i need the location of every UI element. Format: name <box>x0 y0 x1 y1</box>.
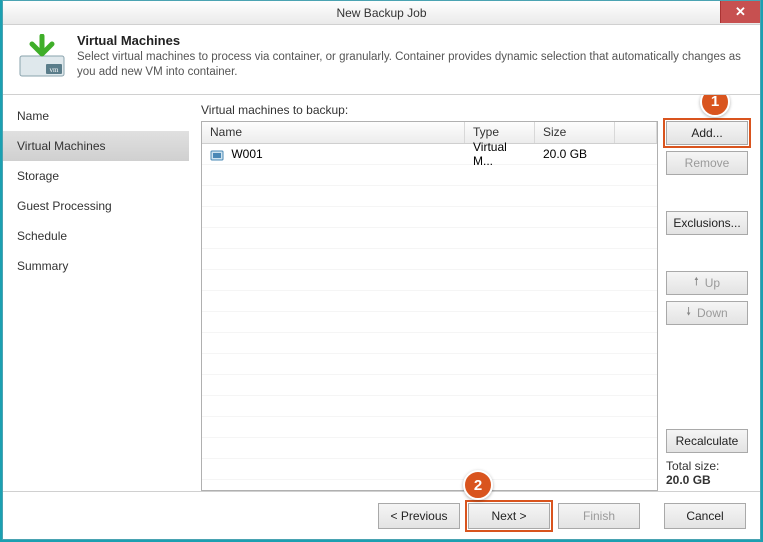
dialog-footer: 2 < Previous Next > Finish Cancel <box>3 491 760 539</box>
add-button[interactable]: Add... <box>666 121 748 145</box>
titlebar: New Backup Job ✕ <box>3 1 760 25</box>
svg-text:vm: vm <box>50 66 60 74</box>
step-schedule[interactable]: Schedule <box>3 221 189 251</box>
main-panel: Virtual machines to backup: Name Type Si… <box>189 95 760 491</box>
col-spacer <box>615 122 657 143</box>
page-title: Virtual Machines <box>77 33 746 48</box>
list-label: Virtual machines to backup: <box>201 103 658 117</box>
window-title: New Backup Job <box>336 6 426 20</box>
vm-icon: vm <box>17 33 67 79</box>
page-header: vm Virtual Machines Select virtual machi… <box>3 25 760 95</box>
total-size: Total size: 20.0 GB <box>666 459 748 491</box>
exclusions-button[interactable]: Exclusions... <box>666 211 748 235</box>
next-button[interactable]: Next > <box>468 503 550 529</box>
page-description: Select virtual machines to process via c… <box>77 50 746 80</box>
table-header: Name Type Size <box>202 122 657 144</box>
remove-button: Remove <box>666 151 748 175</box>
arrow-up-icon: 🠕 <box>694 273 699 292</box>
side-buttons: Add... Remove Exclusions... 🠕 Up 🠗 Down … <box>658 103 748 491</box>
callout-2: 2 <box>463 470 493 500</box>
table-row[interactable]: W001 Virtual M... 20.0 GB <box>202 144 657 165</box>
up-button: 🠕 Up <box>666 271 748 295</box>
recalculate-button[interactable]: Recalculate <box>666 429 748 453</box>
dialog-window: New Backup Job ✕ vm Virtual Machines Sel… <box>2 0 761 540</box>
vm-row-icon <box>210 149 224 161</box>
cell-name: W001 <box>231 147 262 161</box>
vm-table: Name Type Size W001 <box>201 121 658 491</box>
arrow-down-icon: 🠗 <box>686 303 691 322</box>
previous-button[interactable]: < Previous <box>378 503 460 529</box>
finish-button: Finish <box>558 503 640 529</box>
cancel-button[interactable]: Cancel <box>664 503 746 529</box>
step-name[interactable]: Name <box>3 101 189 131</box>
step-storage[interactable]: Storage <box>3 161 189 191</box>
wizard-steps: Name Virtual Machines Storage Guest Proc… <box>3 95 189 491</box>
cell-type: Virtual M... <box>465 138 535 170</box>
col-name[interactable]: Name <box>202 122 465 143</box>
col-size[interactable]: Size <box>535 122 615 143</box>
table-body[interactable]: W001 Virtual M... 20.0 GB <box>202 144 657 490</box>
dialog-body: Name Virtual Machines Storage Guest Proc… <box>3 95 760 491</box>
step-summary[interactable]: Summary <box>3 251 189 281</box>
close-icon: ✕ <box>735 4 746 20</box>
down-button: 🠗 Down <box>666 301 748 325</box>
step-guest-processing[interactable]: Guest Processing <box>3 191 189 221</box>
cell-size: 20.0 GB <box>535 145 615 163</box>
close-button[interactable]: ✕ <box>720 1 760 23</box>
step-virtual-machines[interactable]: Virtual Machines <box>3 131 189 161</box>
